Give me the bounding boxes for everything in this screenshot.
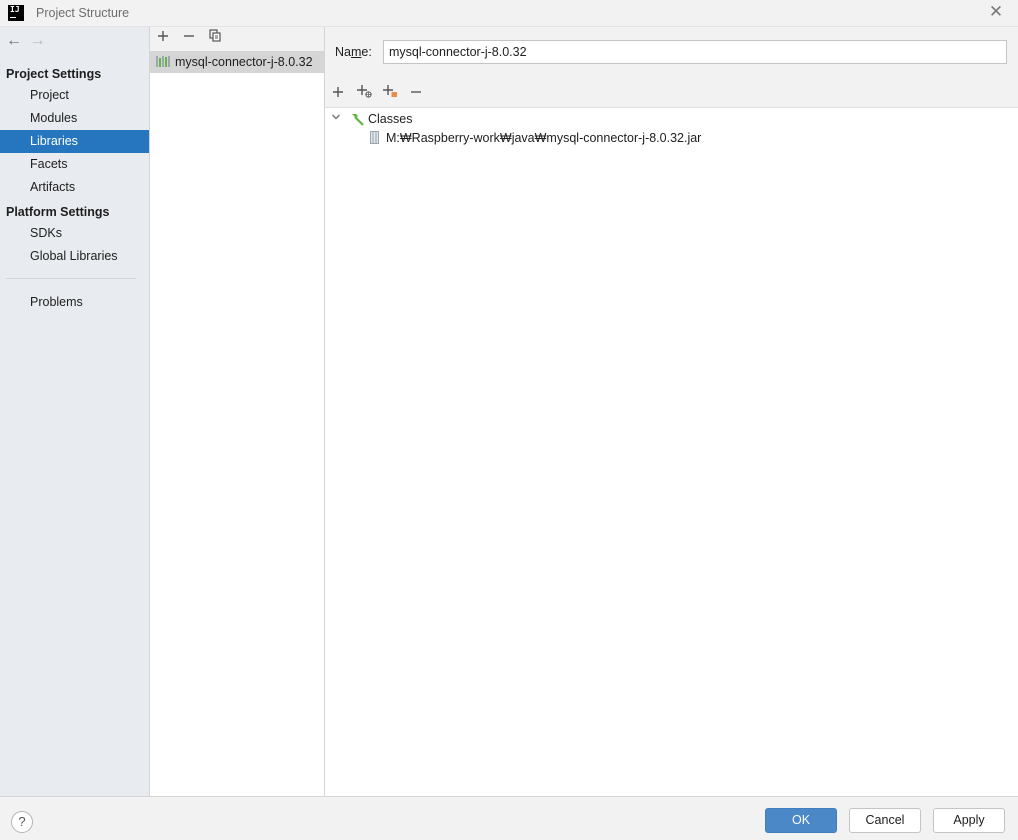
jar-file-icon [370,131,379,144]
sidebar-item-facets[interactable]: Facets [0,153,149,176]
copy-icon[interactable] [205,28,225,48]
app-icon-text: IJ [10,5,20,14]
close-icon[interactable]: ✕ [988,3,1004,20]
minus-icon[interactable] [406,84,426,104]
classes-toolbar [325,83,1018,107]
sidebar-item-problems[interactable]: Problems [0,291,149,314]
platform-settings-header: Platform Settings [6,205,110,219]
dialog-footer: ? OK Cancel Apply [0,796,1018,840]
arrow-right-icon[interactable]: → [27,32,47,50]
sidebar-divider [6,278,136,279]
arrow-left-icon[interactable]: ← [4,32,24,50]
add-archive-icon[interactable] [380,84,400,104]
library-list-item-label: mysql-connector-j-8.0.32 [175,55,313,69]
name-label-prefix: Na [335,45,351,59]
library-icon [156,56,170,67]
settings-sidebar: ← → Project Settings Project Modules Lib… [0,27,150,796]
nav-arrows: ← → [4,32,47,50]
plus-icon[interactable] [328,84,348,104]
name-label: Name: [335,45,372,59]
tree-node-jar-label: M:₩Raspberry-work₩java₩mysql-connector-j… [386,131,702,145]
sidebar-item-modules[interactable]: Modules [0,107,149,130]
title-bar: IJ Project Structure ✕ [0,0,1018,27]
library-list-toolbar [150,27,324,51]
ok-button[interactable]: OK [765,808,837,833]
library-name-input[interactable] [383,40,1007,64]
name-label-mnemonic: m [350,45,362,59]
sidebar-item-libraries[interactable]: Libraries [0,130,149,153]
project-settings-header: Project Settings [6,67,102,81]
question-icon[interactable]: ? [11,811,33,833]
library-list-item[interactable]: mysql-connector-j-8.0.32 [150,51,324,73]
library-list-panel: mysql-connector-j-8.0.32 [150,27,325,796]
intellij-logo-icon: IJ [8,5,24,21]
cancel-button[interactable]: Cancel [849,808,921,833]
apply-button[interactable]: Apply [933,808,1005,833]
name-label-suffix: e: [361,45,372,59]
tree-node-jar[interactable]: M:₩Raspberry-work₩java₩mysql-connector-j… [325,108,805,148]
add-with-globe-icon[interactable] [354,84,374,104]
sidebar-item-artifacts[interactable]: Artifacts [0,176,149,199]
plus-icon[interactable] [153,28,173,48]
sidebar-item-global-libraries[interactable]: Global Libraries [0,245,149,268]
classes-tree: Classes M:₩Raspberry-work₩java₩mysql-con… [325,107,1018,796]
sidebar-item-sdks[interactable]: SDKs [0,222,149,245]
minus-icon[interactable] [179,28,199,48]
window-title: Project Structure [36,6,130,20]
library-details-panel: Name: Classes [325,27,1018,796]
sidebar-item-project[interactable]: Project [0,84,149,107]
